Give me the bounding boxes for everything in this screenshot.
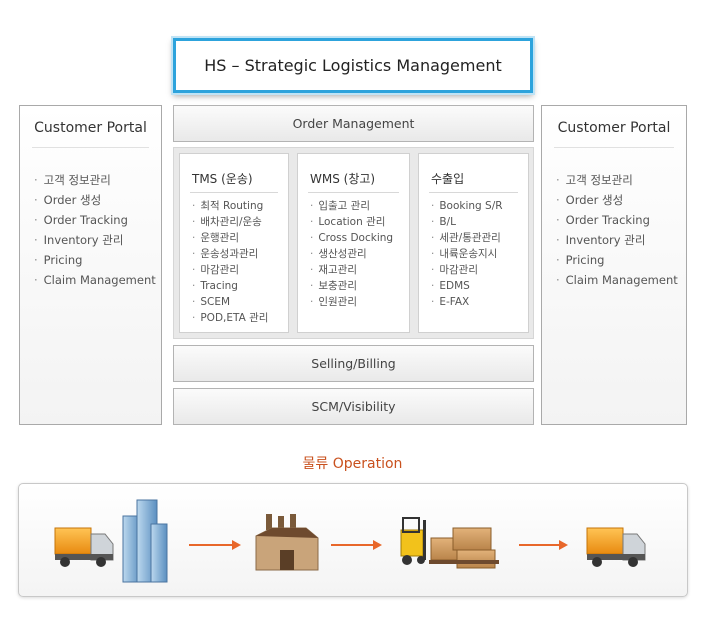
arrow-icon [331,540,382,550]
divider [190,192,278,193]
list-item: 입출고 관리 [310,198,393,214]
divider [308,192,399,193]
tms-module: TMS (운송) 최적 Routing 배차관리/운송 운행관리 운송성과관리 … [179,153,289,333]
export-import-module: 수출입 Booking S/R B/L 세관/통관관리 내륙운송지시 마감관리 … [418,153,529,333]
list-item: 재고관리 [310,262,393,278]
list-item: Order Tracking [556,210,678,230]
divider [429,192,518,193]
operation-flow-graphic [54,499,646,583]
list-item: 마감관리 [192,262,268,278]
wms-list: 입출고 관리 Location 관리 Cross Docking 생산성관리 재… [310,198,393,310]
left-customer-portal: Customer Portal 고객 정보관리 Order 생성 Order T… [19,105,162,425]
list-item: 보충관리 [310,278,393,294]
list-item: Tracing [192,278,268,294]
list-item: B/L [431,214,503,230]
list-item: E-FAX [431,294,503,310]
list-item: Pricing [34,250,156,270]
left-portal-title: Customer Portal [34,120,147,136]
list-item: 마감관리 [431,262,503,278]
forklift-pallets-icon [400,517,499,569]
list-item: 세관/통관관리 [431,230,503,246]
list-item: Booking S/R [431,198,502,214]
list-item: SCEM [192,294,268,310]
order-management-bar: Order Management [173,105,534,142]
list-item: Order Tracking [34,210,156,230]
list-item: 생산성관리 [310,246,393,262]
export-list: Booking S/R B/L 세관/통관관리 내륙운송지시 마감관리 EDMS… [431,198,503,310]
tms-list: 최적 Routing 배차관리/운송 운행관리 운송성과관리 마감관리 Trac… [192,198,268,326]
list-item: 운행관리 [192,230,268,246]
right-portal-title: Customer Portal [557,120,671,136]
wms-module: WMS (창고) 입출고 관리 Location 관리 Cross Dockin… [297,153,410,333]
left-portal-list: 고객 정보관리 Order 생성 Order Tracking Inventor… [34,170,156,290]
list-item: POD,ETA 관리 [192,310,268,326]
diagram-title: HS – Strategic Logistics Management [173,38,533,93]
list-item: 운송성과관리 [192,246,268,262]
right-customer-portal: Customer Portal 고객 정보관리 Order 생성 Order T… [541,105,687,425]
list-item: Location 관리 [310,214,393,230]
list-item: EDMS [431,278,503,294]
list-item: Cross Docking [310,230,393,246]
list-item: 최적 Routing [192,198,268,214]
right-portal-list: 고객 정보관리 Order 생성 Order Tracking Inventor… [556,170,678,290]
list-item: Order 생성 [556,190,678,210]
list-item: 내륙운송지시 [431,246,503,262]
operation-label: 물류 Operation [302,456,403,472]
selling-billing-bar: Selling/Billing [173,345,534,382]
modules-panel: TMS (운송) 최적 Routing 배차관리/운송 운행관리 운송성과관리 … [173,147,534,339]
tms-title: TMS (운송) [192,172,253,186]
list-item: Order 생성 [34,190,156,210]
wms-title: WMS (창고) [310,172,376,186]
factory-icon [255,514,319,571]
export-title: 수출입 [431,172,465,186]
divider [32,147,149,148]
list-item: 인원관리 [310,294,393,310]
list-item: Claim Management [556,270,678,290]
list-item: Inventory 관리 [556,230,678,250]
arrow-icon [189,540,241,550]
truck-icon [54,527,114,567]
scm-visibility-bar: SCM/Visibility [173,388,534,425]
arrow-icon [519,540,568,550]
divider [554,147,674,148]
list-item: Inventory 관리 [34,230,156,250]
list-item: 배차관리/운송 [192,214,268,230]
list-item: 고객 정보관리 [34,170,156,190]
buildings-icon [122,499,168,583]
truck-icon [586,527,646,567]
operation-flow [18,483,688,597]
list-item: Claim Management [34,270,156,290]
list-item: Pricing [556,250,678,270]
list-item: 고객 정보관리 [556,170,678,190]
